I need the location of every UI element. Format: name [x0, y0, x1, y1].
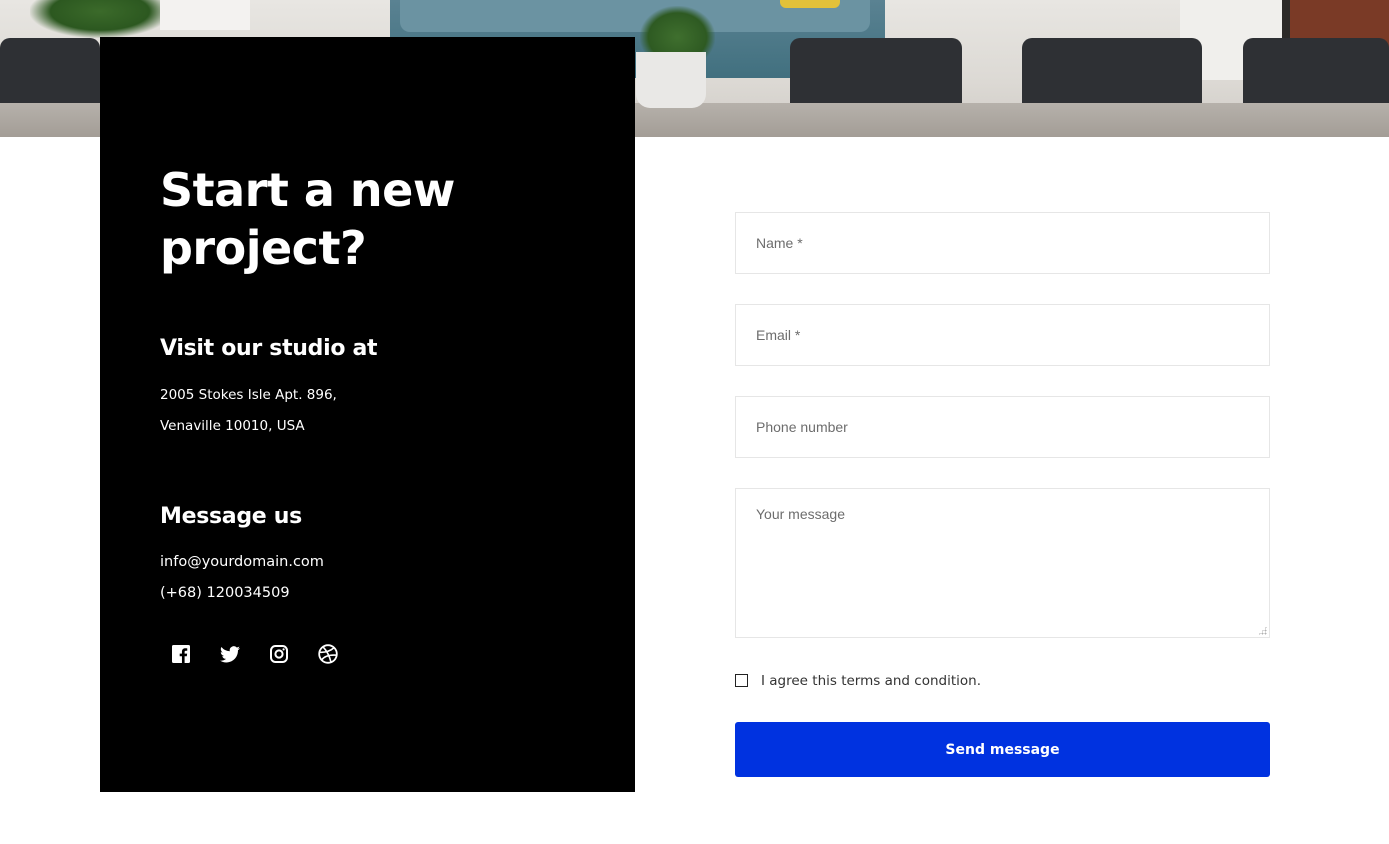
hero-plant-pot — [636, 52, 706, 108]
message-field[interactable] — [735, 488, 1270, 638]
terms-label: I agree this terms and condition. — [761, 673, 981, 689]
send-message-button[interactable]: Send message — [735, 722, 1270, 777]
phone-field[interactable] — [735, 396, 1270, 458]
hero-chair — [790, 38, 962, 108]
terms-agreement[interactable]: I agree this terms and condition. — [735, 672, 981, 689]
hero-plant — [640, 6, 715, 58]
twitter-icon[interactable] — [219, 643, 241, 665]
facebook-icon[interactable] — [170, 643, 192, 665]
address-line-1: 2005 Stokes Isle Apt. 896, — [160, 387, 337, 403]
name-field[interactable] — [735, 212, 1270, 274]
dribbble-icon[interactable] — [317, 643, 339, 665]
hero-plant-pot-left — [160, 0, 250, 30]
hero-chair — [1243, 38, 1389, 108]
phone-link[interactable]: (+68) 120034509 — [160, 583, 290, 603]
page-title: Start a new project? — [160, 163, 455, 275]
hero-chair — [0, 38, 100, 108]
social-links — [170, 643, 366, 665]
instagram-icon[interactable] — [268, 643, 290, 665]
hero-chair — [1022, 38, 1202, 108]
email-field[interactable] — [735, 304, 1270, 366]
hero-sofa-pillow — [780, 0, 840, 8]
message-heading: Message us — [160, 504, 302, 529]
visit-heading: Visit our studio at — [160, 336, 378, 361]
address-line-2: Venaville 10010, USA — [160, 418, 305, 434]
contact-card: Start a new project? Visit our studio at… — [100, 37, 635, 792]
hero-plant-left — [30, 0, 170, 38]
email-link[interactable]: info@yourdomain.com — [160, 552, 324, 572]
terms-checkbox[interactable] — [735, 673, 748, 687]
